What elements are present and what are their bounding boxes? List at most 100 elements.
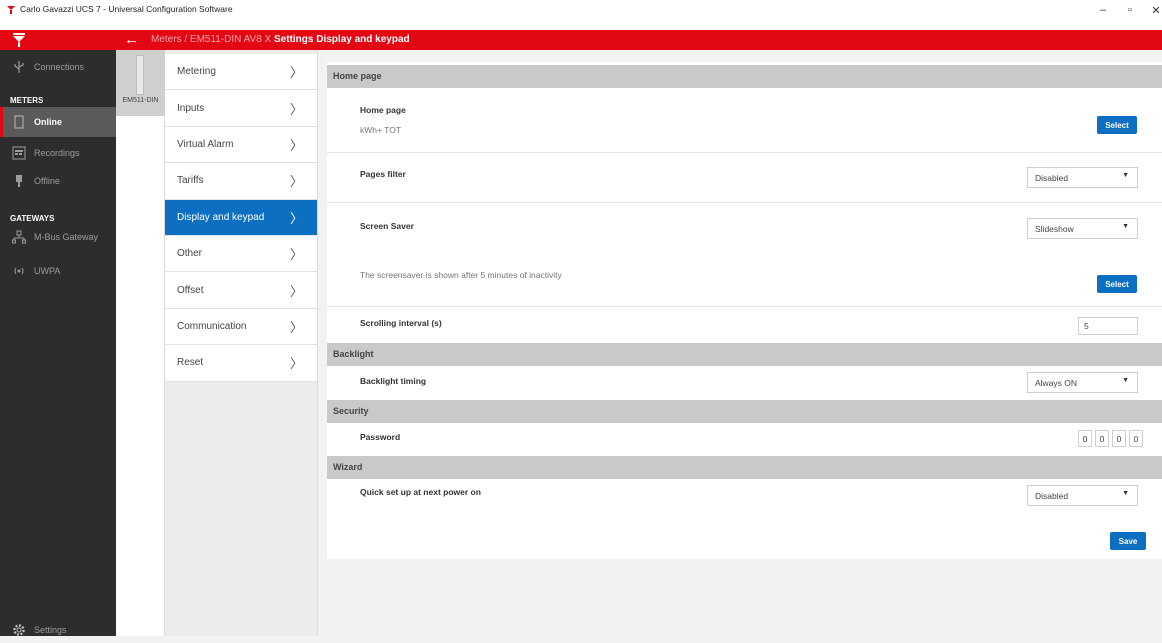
sidebar-item-online[interactable]: Online (0, 107, 116, 137)
breadcrumb-settings[interactable]: Settings (274, 34, 313, 45)
calendar-icon (12, 146, 26, 160)
quick-setup-label: Quick set up at next power on (360, 487, 481, 497)
caret-down-icon: ▼ (1122, 490, 1129, 497)
menu-item-label: Virtual Alarm (177, 138, 234, 150)
divider (327, 152, 1162, 153)
save-button[interactable]: Save (1110, 532, 1146, 550)
caret-down-icon: ▼ (1122, 172, 1129, 179)
menu-item-inputs[interactable]: Inputs 〉 (165, 90, 317, 127)
wireless-icon (12, 264, 26, 278)
breadcrumb: Meters / EM511-DIN AV8 X Settings Displa… (151, 34, 410, 45)
divider (327, 202, 1162, 203)
sidebar-item-label: Online (34, 117, 63, 127)
sidebar-item-recordings[interactable]: Recordings (0, 140, 116, 166)
app-header: ← Meters / EM511-DIN AV8 X Settings Disp… (0, 30, 1162, 50)
chevron-right-icon: 〉 (289, 356, 303, 372)
minimize-button[interactable]: – (1093, 4, 1113, 16)
password-digit-2[interactable]: 0 (1095, 430, 1109, 447)
settings-menu-list: Metering 〉 Inputs 〉 Virtual Alarm 〉 Tariffs 〉 Di… (165, 54, 317, 382)
menu-item-label: Tariffs (177, 175, 204, 187)
screen-saver-label: Screen Saver (360, 221, 414, 231)
device-tile[interactable]: EM511-DIN (116, 50, 165, 116)
caret-down-icon: ▼ (1122, 377, 1129, 384)
chevron-right-icon: 〉 (289, 319, 303, 335)
maximize-button[interactable]: ▫ (1120, 4, 1140, 16)
plug-icon (12, 174, 26, 188)
menu-item-label: Display and keypad (177, 211, 265, 223)
menu-item-label: Reset (177, 357, 204, 369)
back-arrow-icon[interactable]: ← (124, 31, 139, 48)
menu-item-label: Inputs (177, 102, 205, 114)
sidebar-item-label: Connections (34, 62, 85, 72)
menu-item-metering[interactable]: Metering 〉 (165, 54, 317, 91)
chevron-right-icon: 〉 (289, 247, 303, 263)
caret-down-icon: ▼ (1122, 223, 1129, 230)
section-header-backlight: Backlight (327, 343, 1162, 366)
breadcrumb-page: Display and keypad (316, 34, 410, 45)
usb-icon (12, 60, 26, 74)
pages-filter-dropdown[interactable]: Disabled ▼ (1027, 167, 1138, 188)
menu-item-label: Other (177, 248, 203, 260)
breadcrumb-path[interactable]: Meters / EM511-DIN AV8 X (151, 34, 271, 45)
menu-item-label: Metering (177, 66, 216, 78)
settings-panel: Home page Home page kWh+ TOT Select Page… (327, 62, 1162, 559)
menu-item-communication[interactable]: Communication 〉 (165, 309, 317, 346)
home-page-value: kWh+ TOT (360, 125, 402, 135)
backlight-timing-dropdown[interactable]: Always ON ▼ (1027, 372, 1138, 393)
settings-menu: Metering 〉 Inputs 〉 Virtual Alarm 〉 Tariffs 〉 Di… (165, 50, 318, 636)
section-label-meters: METERS (10, 96, 44, 105)
sidebar-item-offline[interactable]: Offline (0, 168, 116, 194)
menu-item-virtual-alarm[interactable]: Virtual Alarm 〉 (165, 127, 317, 164)
chevron-right-icon: 〉 (289, 174, 303, 190)
password-digit-3[interactable]: 0 (1112, 430, 1126, 447)
chevron-right-icon: 〉 (289, 65, 303, 81)
menu-item-reset[interactable]: Reset 〉 (165, 345, 317, 382)
section-header-home-page: Home page (327, 65, 1162, 88)
scrolling-interval-label: Scrolling interval (s) (360, 318, 442, 328)
sidebar-item-mbus-gateway[interactable]: M-Bus Gateway (0, 224, 116, 250)
window-title: Carlo Gavazzi UCS 7 - Universal Configur… (20, 4, 233, 14)
chevron-right-icon: 〉 (289, 283, 303, 299)
home-page-select-button[interactable]: Select (1097, 116, 1137, 134)
menu-item-offset[interactable]: Offset 〉 (165, 272, 317, 309)
sidebar-item-uwpa[interactable]: UWPA (0, 258, 116, 284)
close-button[interactable]: ✕ (1146, 4, 1162, 17)
network-icon (12, 230, 26, 244)
quick-setup-value: Disabled (1035, 491, 1069, 501)
backlight-timing-value: Always ON (1035, 378, 1078, 388)
sidebar-item-settings[interactable]: Settings (0, 617, 116, 643)
password-digit-4[interactable]: 0 (1129, 430, 1143, 447)
app-logo-icon (7, 6, 15, 14)
section-header-security: Security (327, 400, 1162, 423)
device-column: EM511-DIN (116, 50, 165, 636)
quick-setup-dropdown[interactable]: Disabled ▼ (1027, 485, 1138, 506)
home-page-label: Home page (360, 105, 406, 115)
screen-saver-value: Slideshow (1035, 224, 1074, 234)
chevron-right-icon: 〉 (289, 210, 303, 226)
device-label: EM511-DIN (122, 97, 159, 104)
sidebar-item-label: Recordings (34, 148, 80, 158)
section-header-wizard: Wizard (327, 456, 1162, 479)
scrolling-interval-input[interactable]: 5 (1078, 317, 1138, 335)
window-titlebar: Carlo Gavazzi UCS 7 - Universal Configur… (0, 0, 1162, 30)
sidebar: Connections METERS Online Recordings Off… (0, 50, 116, 636)
menu-item-display-and-keypad[interactable]: Display and keypad 〉 (165, 199, 317, 236)
gear-icon (12, 623, 26, 637)
screen-saver-dropdown[interactable]: Slideshow ▼ (1027, 218, 1138, 239)
menu-item-other[interactable]: Other 〉 (165, 236, 317, 273)
sidebar-item-label: Offline (34, 176, 60, 186)
pages-filter-value: Disabled (1035, 173, 1069, 183)
chevron-right-icon: 〉 (289, 101, 303, 117)
pages-filter-label: Pages filter (360, 169, 406, 179)
password-label: Password (360, 432, 401, 442)
password-digit-1[interactable]: 0 (1078, 430, 1092, 447)
meter-device-icon (136, 55, 144, 95)
chevron-right-icon: 〉 (289, 137, 303, 153)
sidebar-item-label: M-Bus Gateway (34, 232, 99, 242)
sidebar-item-connections[interactable]: Connections (0, 54, 116, 80)
menu-item-label: Communication (177, 320, 247, 332)
screen-saver-select-button[interactable]: Select (1097, 275, 1137, 293)
screen-saver-note: The screensaver is shown after 5 minutes… (360, 270, 562, 280)
backlight-timing-label: Backlight timing (360, 376, 427, 386)
menu-item-tariffs[interactable]: Tariffs 〉 (165, 163, 317, 200)
